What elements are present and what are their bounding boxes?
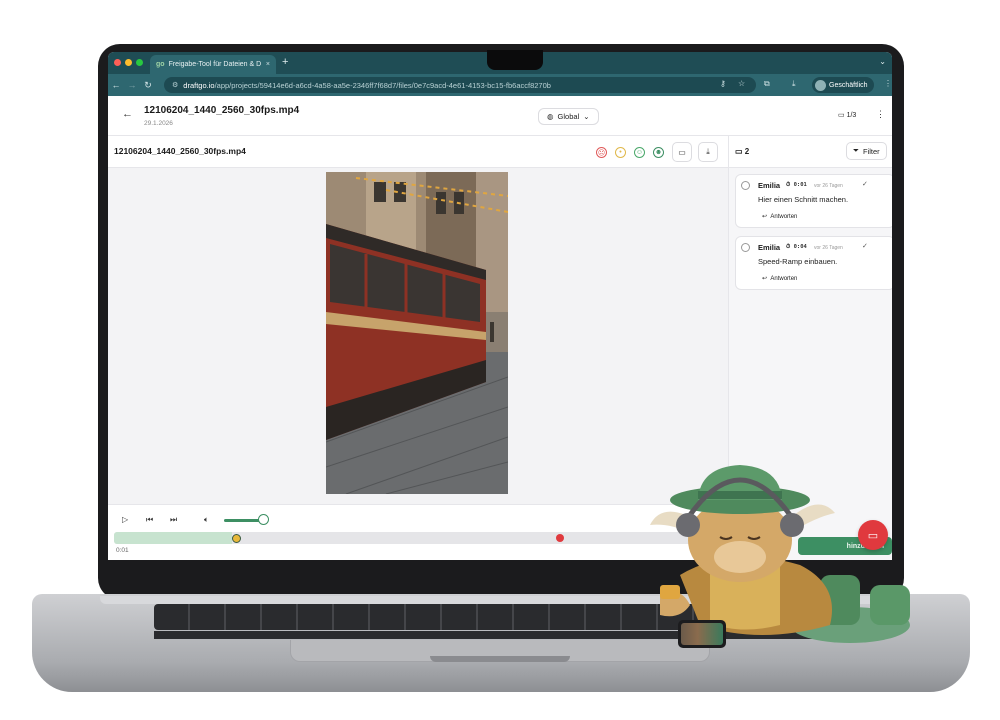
floating-comment-button[interactable]: ▭: [858, 520, 888, 550]
comment-mode-button[interactable]: ▭: [672, 142, 692, 162]
avatar: [741, 243, 750, 252]
phone-mockup: [678, 620, 726, 648]
close-tab-icon[interactable]: ×: [266, 61, 270, 68]
more-menu-icon[interactable]: ⋮: [876, 109, 885, 120]
scope-dropdown[interactable]: ◍ Global ⌄: [538, 108, 599, 125]
tram-street-image: [326, 172, 508, 494]
volume-slider-handle[interactable]: [258, 514, 269, 525]
browser-menu-icon[interactable]: ⋮: [884, 79, 892, 88]
play-icon[interactable]: ▷: [122, 515, 128, 524]
resolve-check-icon[interactable]: ✓: [862, 180, 868, 188]
file-toolbar: 12106204_1440_2560_30fps.mp4 ☹ • ☺ ☻ ▭ ⤓: [108, 136, 728, 168]
key-icon[interactable]: ⚷: [720, 79, 726, 88]
comment-icon: ▭: [838, 112, 845, 119]
next-frame-icon[interactable]: ⏭: [170, 515, 177, 525]
close-window-button[interactable]: [114, 59, 121, 66]
scope-label: Global: [557, 112, 580, 121]
comment-timecode[interactable]: ⏱ 0:01: [786, 182, 807, 189]
download-icon[interactable]: ⤓: [792, 79, 796, 89]
comment-text: Speed-Ramp einbauen.: [758, 257, 838, 266]
globe-icon: ◍: [547, 112, 554, 121]
comment-age: vor 26 Tagen: [814, 183, 843, 189]
browser-tab[interactable]: go Freigabe-Tool für Dateien & D ×: [150, 55, 276, 74]
comment-pager[interactable]: ▭ 1/3: [838, 111, 856, 119]
page-title: 12106204_1440_2560_30fps.mp4: [144, 105, 300, 116]
filter-label: Filter: [863, 146, 880, 156]
phone-screen: [681, 623, 723, 645]
url-field[interactable]: ⚙ draftgo.io/app/projects/59414e6d-a6cd-…: [164, 77, 756, 93]
video-viewer: [108, 168, 728, 504]
maximize-window-button[interactable]: [136, 59, 143, 66]
smile-face-icon[interactable]: ☺: [634, 147, 645, 158]
file-name: 12106204_1440_2560_30fps.mp4: [114, 146, 246, 156]
happy-face-icon[interactable]: ☻: [653, 147, 664, 158]
site-info-icon[interactable]: ⚙: [172, 81, 178, 89]
download-icon: ⤓: [706, 147, 710, 156]
reply-button[interactable]: ↩ Antworten: [762, 275, 797, 282]
file-date: 29.1.2026: [144, 120, 173, 127]
chevron-down-icon: ⌄: [583, 112, 590, 121]
volume-slider[interactable]: [224, 519, 262, 522]
camera-notch: [487, 50, 543, 70]
resolve-check-icon[interactable]: ✓: [862, 242, 868, 250]
new-tab-icon[interactable]: +: [282, 56, 288, 68]
comment-count: ▭ 2: [735, 147, 750, 156]
sad-face-icon[interactable]: ☹: [596, 147, 607, 158]
playhead-marker[interactable]: [556, 534, 564, 542]
comment-text: Hier einen Schnitt machen.: [758, 195, 849, 204]
video-frame[interactable]: [326, 172, 508, 494]
bookmark-star-icon[interactable]: ☆: [738, 79, 745, 88]
timeline-progress: [114, 532, 232, 544]
back-arrow-icon[interactable]: ←: [122, 108, 133, 120]
speech-bubble-icon: ▭: [867, 529, 879, 542]
profile-chip[interactable]: Geschäftlich: [812, 77, 874, 93]
filter-button[interactable]: ⏷ Filter: [846, 142, 887, 160]
filter-icon: ⏷: [853, 146, 859, 155]
address-bar: ← → ↻ ⚙ draftgo.io/app/projects/59414e6d…: [108, 74, 892, 96]
download-button[interactable]: ⤓: [698, 142, 718, 162]
comment-marker[interactable]: [232, 534, 241, 543]
forward-arrow-icon[interactable]: →: [124, 80, 140, 90]
previous-frame-icon[interactable]: ⏮: [146, 515, 153, 525]
laptop-lip: [430, 656, 570, 662]
avatar: [815, 79, 826, 91]
volume-icon[interactable]: 🔈︎: [204, 515, 209, 525]
mascot-illustration: [650, 465, 910, 643]
tab-title: Freigabe-Tool für Dateien & D: [168, 61, 262, 68]
url-host: draftgo.io: [183, 80, 215, 90]
comments-header: ▭ 2 ⏷ Filter: [729, 136, 892, 168]
pager-label: 1/3: [846, 112, 857, 119]
back-arrow-icon[interactable]: ←: [108, 80, 124, 90]
url-path: /app/projects/59414e6d-a6cd-4a58-aa5e-23…: [214, 80, 551, 90]
comment-age: vor 26 Tagen: [814, 245, 843, 251]
comment-card[interactable]: Emilia ⏱ 0:01 vor 26 Tagen ✓ Hier einen …: [735, 174, 892, 228]
reply-icon: ↩: [762, 214, 768, 220]
minimize-window-button[interactable]: [125, 59, 132, 66]
neutral-face-icon[interactable]: •: [615, 147, 626, 158]
tab-favicon: go: [156, 61, 165, 68]
current-timecode: 0:01: [116, 547, 129, 554]
app-header: ← 12106204_1440_2560_30fps.mp4 29.1.2026…: [108, 96, 892, 136]
speech-bubble-icon: ▭: [735, 147, 743, 156]
window-controls: [114, 59, 143, 66]
speech-bubble-icon: ▭: [678, 147, 686, 157]
reply-button[interactable]: ↩ Antworten: [762, 213, 797, 220]
avatar: [741, 181, 750, 190]
tab-search-icon[interactable]: ⌄: [879, 57, 886, 66]
reply-icon: ↩: [762, 276, 768, 282]
laptop-mockup: go Freigabe-Tool für Dateien & D × + ⌄ ←…: [0, 0, 1000, 720]
reload-icon[interactable]: ↻: [140, 80, 156, 91]
profile-label: Geschäftlich: [829, 81, 868, 89]
comment-author: Emilia: [758, 243, 781, 252]
comment-card[interactable]: Emilia ⏱ 0:04 vor 26 Tagen ✓ Speed-Ramp …: [735, 236, 892, 290]
extensions-icon[interactable]: ⧉: [764, 79, 770, 89]
comment-author: Emilia: [758, 181, 781, 190]
comment-timecode[interactable]: ⏱ 0:04: [786, 244, 807, 251]
